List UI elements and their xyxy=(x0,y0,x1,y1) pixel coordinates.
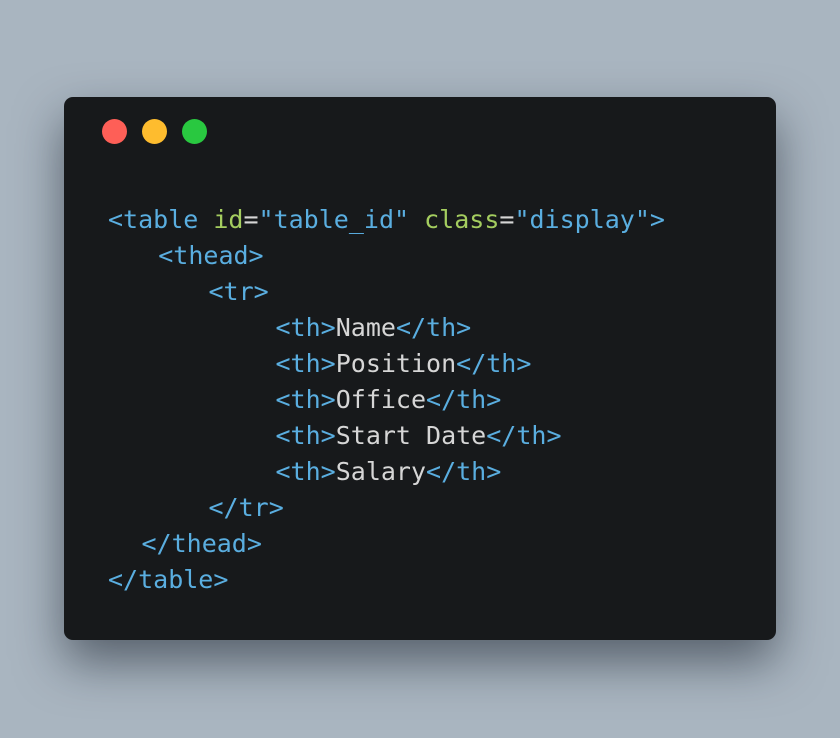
code-token-tag: </thead> xyxy=(141,529,262,558)
code-token-tag: </th> xyxy=(395,313,472,342)
code-token-tag: </table> xyxy=(108,565,229,594)
code-line: </thead> xyxy=(142,526,262,562)
code-line: <th>Name</th> xyxy=(276,310,472,346)
code-token-string: "display" xyxy=(514,205,650,234)
code-token-text: Position xyxy=(335,349,457,378)
code-token-tag: </tr> xyxy=(208,493,284,522)
code-token-string: "table_id" xyxy=(258,205,410,234)
code-line: </tr> xyxy=(209,490,284,526)
code-token-tag: <table xyxy=(108,205,214,234)
code-line: <tr> xyxy=(209,274,269,310)
code-token-tag: <th> xyxy=(275,457,336,486)
code-token-tag: <th> xyxy=(275,313,336,342)
code-token-tag: > xyxy=(649,205,665,234)
code-token-tag: <thead> xyxy=(158,241,264,270)
code-token-tag: </th> xyxy=(486,421,562,450)
code-line: <th>Salary</th> xyxy=(276,454,502,490)
code-token-attr: id xyxy=(213,205,244,234)
code-line: </table> xyxy=(108,562,228,598)
code-token-tag: </th> xyxy=(456,349,532,378)
code-token-tag: <th> xyxy=(275,349,336,378)
code-token-punct: = xyxy=(243,205,259,234)
code-token-tag: <th> xyxy=(275,421,336,450)
code-token-text: Start Date xyxy=(335,421,487,450)
code-token-tag: </th> xyxy=(426,385,502,414)
code-token-attr: class xyxy=(424,205,500,234)
code-token-tag: <th> xyxy=(275,385,336,414)
code-line: <thead> xyxy=(158,238,263,274)
code-token-text: Office xyxy=(335,385,427,414)
code-block: <table id="table_id" class="display"> <th… xyxy=(64,97,776,640)
code-token-text: Salary xyxy=(335,457,427,486)
code-line: <table id="table_id" class="display"> xyxy=(108,202,665,238)
code-line: <th>Position</th> xyxy=(276,346,532,382)
code-token-text: Name xyxy=(335,313,396,342)
code-token-tag: <tr> xyxy=(208,277,269,306)
code-window: <table id="table_id" class="display"> <th… xyxy=(64,97,776,640)
code-token-punct: = xyxy=(499,205,515,234)
code-token-tag: </th> xyxy=(426,457,502,486)
code-line: <th>Office</th> xyxy=(276,382,502,418)
code-line: <th>Start Date</th> xyxy=(276,418,562,454)
